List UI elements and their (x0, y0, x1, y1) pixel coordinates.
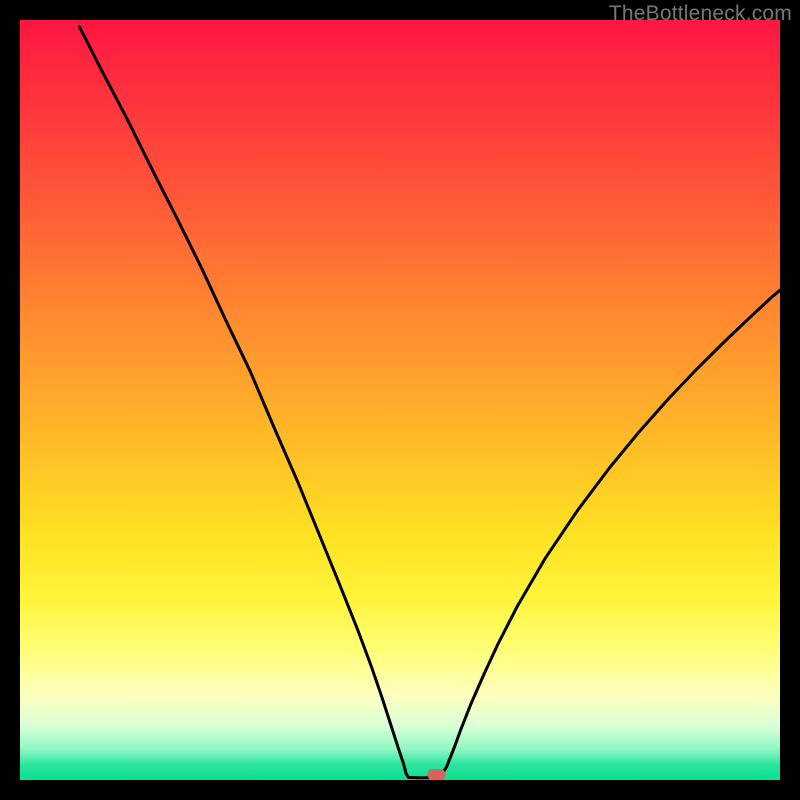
bottleneck-curve (80, 27, 780, 778)
chart-container: TheBottleneck.com (0, 0, 800, 800)
watermark-text: TheBottleneck.com (609, 2, 792, 26)
min-marker (427, 769, 445, 780)
curve-layer (20, 20, 780, 780)
plot-area (20, 20, 780, 780)
